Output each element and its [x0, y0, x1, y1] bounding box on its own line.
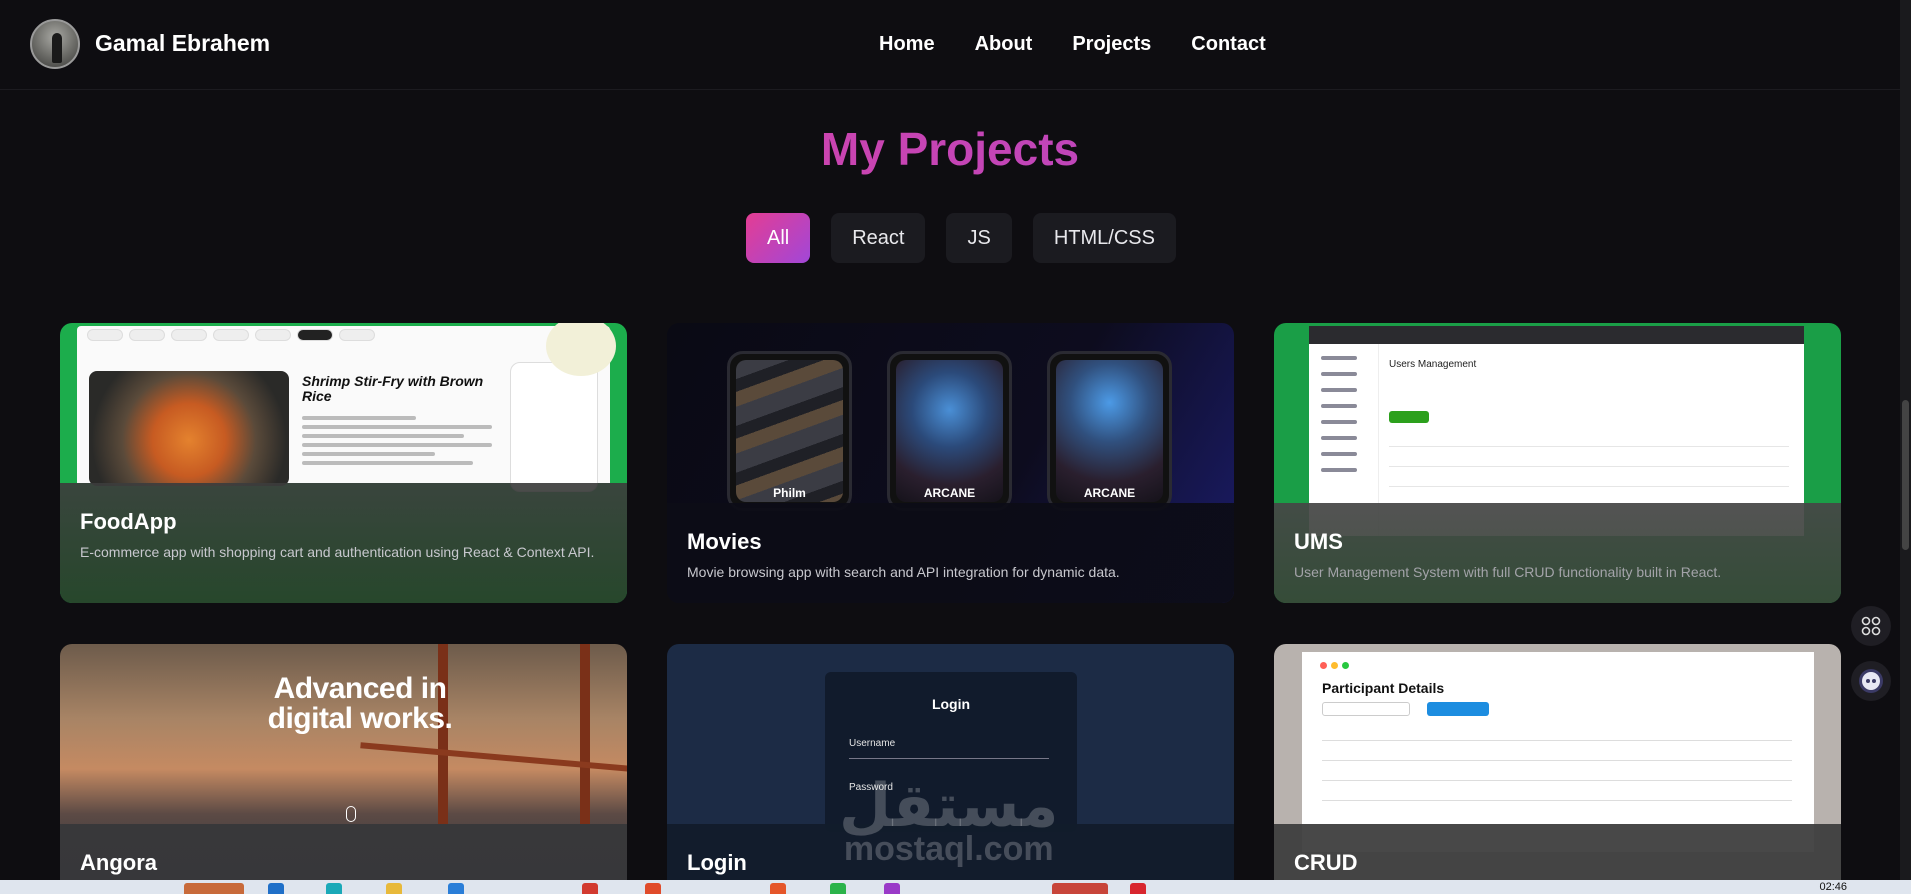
card-overlay: Movies Movie browsing app with search an… — [667, 503, 1234, 603]
card-title: FoodApp — [80, 509, 177, 534]
project-preview: Advanced in digital works. — [60, 644, 627, 824]
project-preview: Philm ARCANE ARCANE — [667, 323, 1234, 511]
nav-about[interactable]: About — [975, 33, 1033, 56]
preview-recipe-title: Shrimp Stir-Fry with Brown Rice — [302, 373, 484, 404]
main-nav: Home About Projects Contact — [879, 33, 1266, 56]
filter-js[interactable]: JS — [946, 213, 1012, 263]
preview-username-label: Username — [849, 738, 896, 749]
preview-headline: Advanced in digital works. — [267, 672, 453, 735]
brand-name[interactable]: Gamal Ebrahem — [95, 30, 270, 57]
card-description: User Management System with full CRUD fu… — [1294, 564, 1722, 580]
preview-phone-label: Philm — [773, 486, 806, 500]
project-card-angora[interactable]: Advanced in digital works. Angora — [60, 644, 627, 894]
project-card-movies[interactable]: Philm ARCANE ARCANE Movies Movie browsin… — [667, 323, 1234, 603]
preview-phone-label: ARCANE — [1083, 486, 1136, 500]
os-taskbar: 02:46 — [0, 880, 1911, 894]
avatar[interactable] — [30, 19, 80, 69]
card-overlay: UMS User Management System with full CRU… — [1274, 503, 1841, 603]
card-title: CRUD — [1294, 850, 1358, 875]
project-card-foodapp[interactable]: Shrimp Stir-Fry with Brown Rice FoodApp … — [60, 323, 627, 603]
preview-form-title: Login — [931, 696, 971, 712]
project-card-crud[interactable]: Participant Details CRUD — [1274, 644, 1841, 894]
filter-bar: All React JS HTML/CSS — [746, 213, 1176, 263]
taskbar-app-icon[interactable] — [326, 883, 342, 894]
card-description: E-commerce app with shopping cart and au… — [80, 544, 595, 560]
project-preview: Users Management — [1274, 323, 1841, 536]
page-title: My Projects — [0, 122, 1900, 176]
apps-grid-icon[interactable] — [1851, 606, 1891, 646]
taskbar-app-icon[interactable] — [645, 883, 661, 894]
taskbar-app-icon[interactable] — [1130, 883, 1146, 894]
taskbar-app-icon[interactable] — [448, 883, 464, 894]
filter-html-css[interactable]: HTML/CSS — [1032, 213, 1176, 263]
taskbar-app-icon[interactable] — [268, 883, 284, 894]
taskbar-app-icon[interactable] — [830, 883, 846, 894]
chat-bot-icon[interactable] — [1851, 661, 1891, 701]
preview-phone-label: ARCANE — [923, 486, 976, 500]
card-description: Movie browsing app with search and API i… — [687, 564, 1120, 580]
scroll-indicator-icon — [346, 806, 356, 822]
filter-react[interactable]: React — [831, 213, 926, 263]
folder-icon[interactable] — [386, 883, 402, 894]
taskbar-app-icon[interactable] — [884, 883, 900, 894]
taskbar-clock: 02:46 — [1819, 881, 1847, 893]
nav-home[interactable]: Home — [879, 33, 935, 56]
page-scrollbar[interactable] — [1900, 0, 1911, 880]
preview-heading: Users Management — [1389, 359, 1477, 370]
nav-contact[interactable]: Contact — [1191, 33, 1265, 56]
taskbar-app-icon[interactable] — [1052, 883, 1108, 894]
project-preview: Shrimp Stir-Fry with Brown Rice — [60, 323, 627, 492]
taskbar-app-icon[interactable] — [770, 883, 786, 894]
card-title: Angora — [80, 850, 157, 875]
card-title: Movies — [687, 529, 762, 554]
card-overlay: FoodApp E-commerce app with shopping car… — [60, 483, 627, 603]
card-title: UMS — [1294, 529, 1343, 554]
taskbar-app-icon[interactable] — [582, 883, 598, 894]
site-header: Gamal Ebrahem Home About Projects Contac… — [0, 0, 1900, 90]
filter-all[interactable]: All — [746, 213, 811, 263]
project-preview: Participant Details — [1274, 644, 1841, 852]
watermark: مستقل mostaql.com — [839, 771, 1059, 868]
taskbar-app-icon[interactable] — [184, 883, 244, 894]
preview-heading: Participant Details — [1322, 680, 1445, 696]
nav-projects[interactable]: Projects — [1072, 33, 1151, 56]
project-card-ums[interactable]: Users Management UMS User Management Sys… — [1274, 323, 1841, 603]
